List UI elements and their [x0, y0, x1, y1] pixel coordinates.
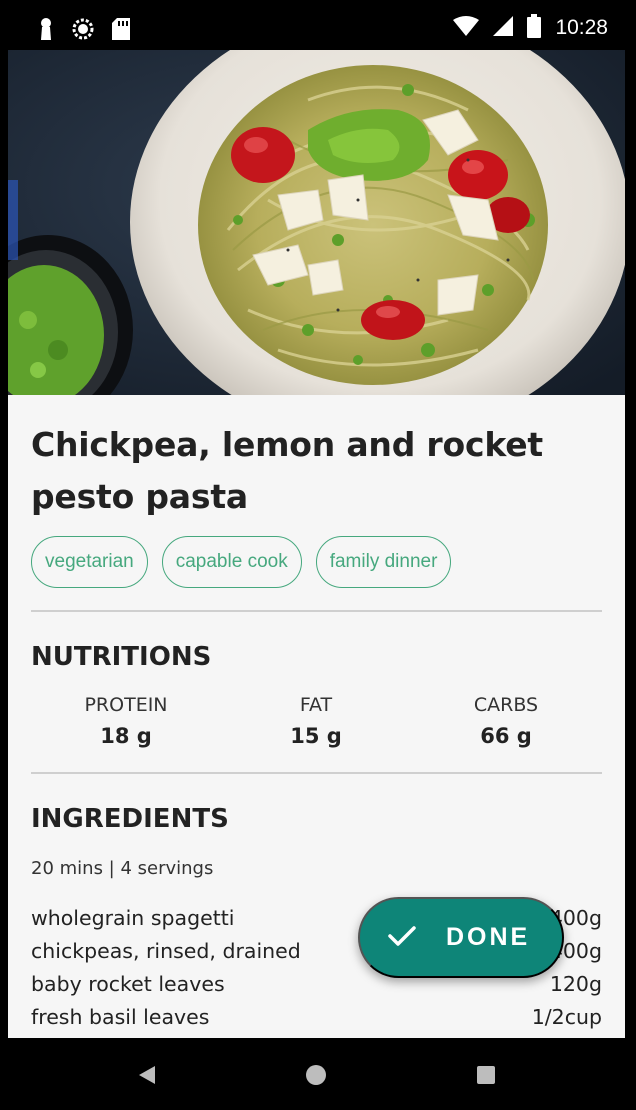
tag-family-dinner[interactable]: family dinner	[315, 536, 452, 588]
tag-vegetarian[interactable]: vegetarian	[31, 536, 148, 588]
ingredients-section-title: INGREDIENTS	[31, 804, 229, 834]
ingredient-name: wholegrain spagetti	[31, 905, 235, 930]
recipe-title: Chickpea, lemon and rocket pesto pasta	[31, 425, 543, 516]
back-icon[interactable]	[132, 1060, 162, 1090]
ingredient-qty: 1/2cup	[531, 1004, 602, 1029]
ingredient-name: chickpeas, rinsed, drained	[31, 938, 301, 963]
navigation-bar	[0, 1038, 636, 1110]
nutrition-value: 15 g	[290, 724, 342, 748]
nutrition-label: CARBS	[473, 694, 539, 716]
status-time: 10:28	[555, 16, 608, 39]
nutrition-section-title: NUTRITIONS	[31, 642, 212, 672]
recipe-screen[interactable]: Chickpea, lemon and rocket pesto pasta v…	[8, 50, 625, 1038]
nutrition-value: 18 g	[100, 724, 152, 748]
tag-capable-cook[interactable]: capable cook	[161, 536, 302, 588]
done-button-label: DONE	[446, 923, 531, 951]
keyhole-icon	[38, 17, 54, 45]
recipe-meta: 20 mins | 4 servings	[31, 858, 214, 879]
nutrition-label: FAT	[299, 694, 333, 716]
ingredient-qty: 120g	[549, 971, 602, 996]
wifi-icon	[453, 16, 480, 40]
ingredient-name: fresh basil leaves	[31, 1004, 210, 1029]
recents-icon[interactable]	[471, 1060, 501, 1090]
sync-icon	[72, 18, 94, 44]
nutrition-label: PROTEIN	[84, 694, 168, 716]
divider	[31, 610, 602, 612]
done-button[interactable]: DONE	[358, 897, 564, 978]
recipe-tags: vegetarian capable cook family dinner	[31, 536, 602, 588]
recipe-hero-image	[8, 50, 625, 395]
nutrition-protein: PROTEIN 18 g	[31, 694, 221, 748]
nutrition-row: PROTEIN 18 g FAT 15 g CARBS 66 g	[31, 694, 602, 748]
signal-icon	[493, 16, 514, 40]
nutrition-carbs: CARBS 66 g	[411, 694, 601, 748]
home-icon[interactable]	[301, 1060, 331, 1090]
ingredient-name: baby rocket leaves	[31, 971, 225, 996]
nutrition-value: 66 g	[480, 724, 532, 748]
battery-icon	[527, 14, 542, 42]
check-icon	[388, 925, 416, 950]
status-bar: 10:28	[0, 0, 636, 50]
sd-card-icon	[112, 18, 130, 44]
nutrition-fat: FAT 15 g	[221, 694, 411, 748]
divider	[31, 772, 602, 774]
ingredient-row: fresh basil leaves 1/2cup	[31, 1000, 602, 1033]
